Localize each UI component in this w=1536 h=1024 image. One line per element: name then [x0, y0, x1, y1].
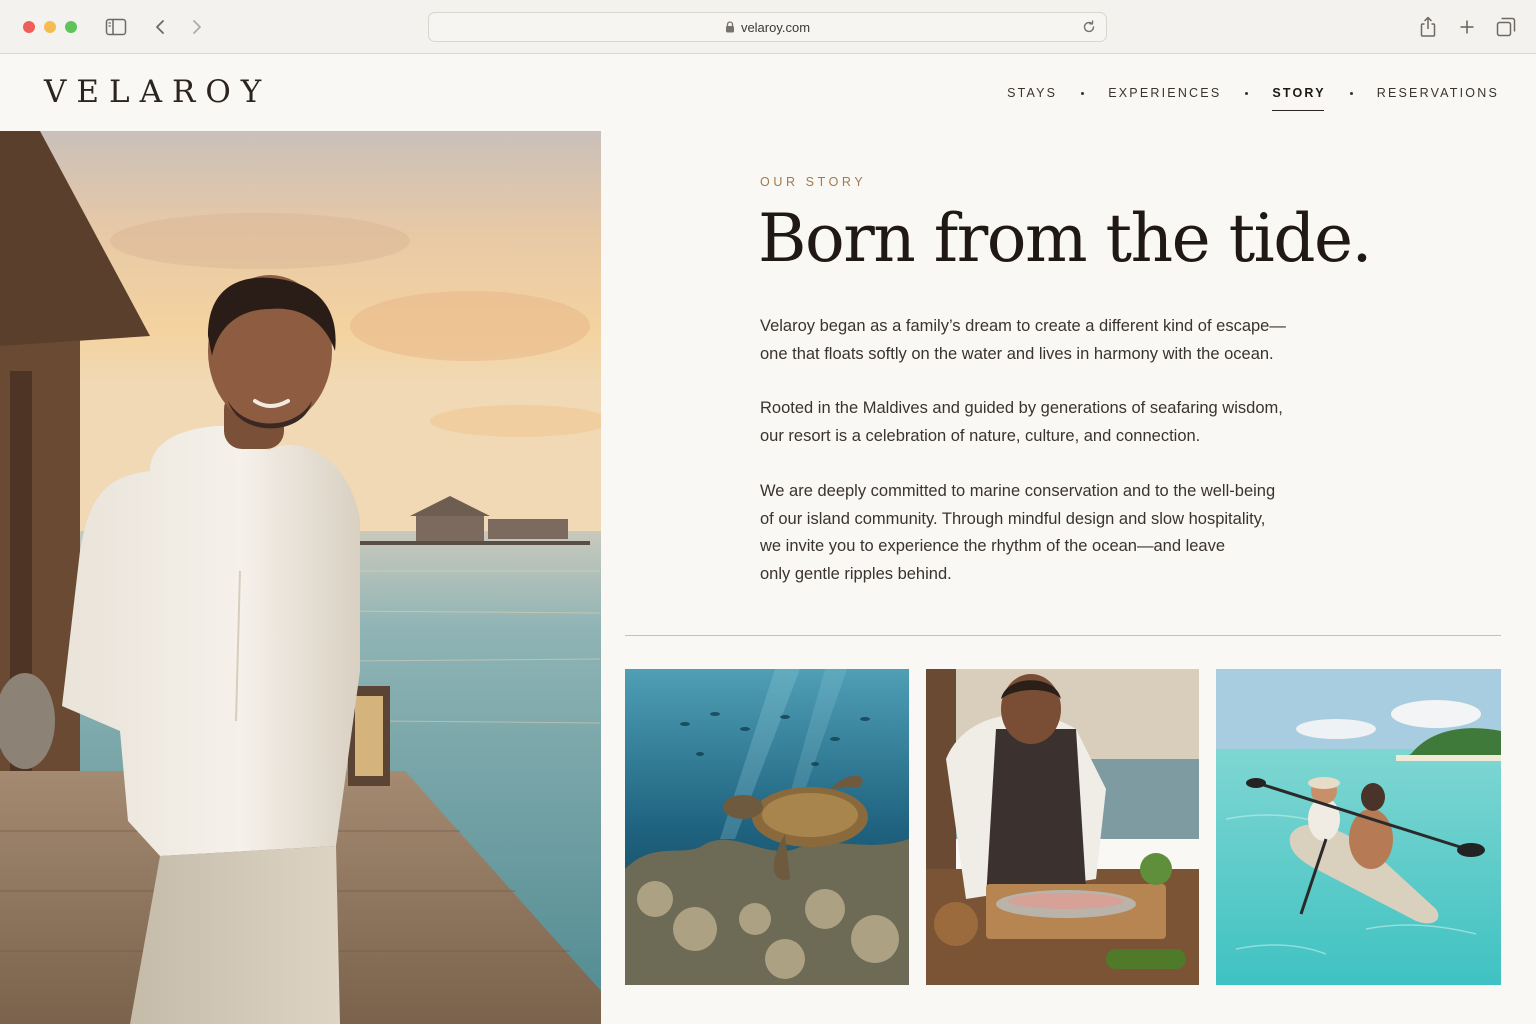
story-paragraph: We are deeply committed to marine conser… [760, 478, 1360, 589]
nav-item-experiences[interactable]: EXPERIENCES [1108, 86, 1221, 111]
nav-separator [1349, 91, 1353, 95]
zoom-window-button[interactable] [65, 21, 77, 33]
chef-preparing-fish-photo[interactable] [926, 669, 1199, 985]
section-divider [625, 635, 1501, 636]
paragraph-line: we invite you to experience the rhythm o… [760, 537, 1226, 556]
tabs-overview-icon [1496, 17, 1516, 37]
window-controls [23, 21, 77, 33]
sidebar-toggle-button[interactable] [104, 15, 128, 39]
new-tab-icon [1460, 20, 1474, 34]
address-bar[interactable]: velaroy.com [428, 12, 1107, 42]
page-title: Born from the tide. [758, 200, 1373, 277]
url-text: velaroy.com [740, 19, 811, 35]
nav-item-reservations[interactable]: RESERVATIONS [1377, 86, 1499, 111]
lock-icon [725, 21, 735, 33]
paragraph-line: our resort is a celebration of nature, c… [760, 427, 1201, 446]
nav-item-stays[interactable]: STAYS [1007, 86, 1057, 111]
back-icon [156, 20, 164, 34]
tabs-overview-button[interactable] [1494, 15, 1518, 39]
story-paragraph: Velaroy began as a family’s dream to cre… [760, 313, 1360, 368]
new-tab-button[interactable] [1455, 15, 1479, 39]
back-button[interactable] [148, 15, 172, 39]
story-body: Velaroy began as a family’s dream to cre… [760, 313, 1360, 616]
sidebar-icon [105, 18, 127, 36]
browser-toolbar: velaroy.com [0, 0, 1536, 54]
founder-portrait-photo [0, 131, 601, 1024]
story-paragraph: Rooted in the Maldives and guided by gen… [760, 395, 1360, 450]
paragraph-line: We are deeply committed to marine conser… [760, 481, 1276, 500]
paragraph-line: Rooted in the Maldives and guided by gen… [760, 399, 1283, 418]
minimize-window-button[interactable] [44, 21, 56, 33]
share-button[interactable] [1416, 15, 1440, 39]
nav-item-story[interactable]: STORY [1272, 86, 1325, 111]
kayaking-couple-photo[interactable] [1216, 669, 1501, 985]
paragraph-line: Velaroy began as a family’s dream to cre… [760, 317, 1286, 335]
paragraph-line: of our island community. Through mindful… [760, 509, 1266, 528]
paragraph-line: only gentle ripples behind. [760, 564, 952, 583]
nav-separator [1081, 91, 1085, 95]
site-logo[interactable]: VELAROY [44, 74, 271, 110]
share-icon [1420, 16, 1436, 37]
forward-button[interactable] [185, 15, 209, 39]
close-window-button[interactable] [23, 21, 35, 33]
section-eyebrow: OUR STORY [760, 175, 867, 189]
forward-icon [193, 20, 201, 34]
sea-turtle-reef-photo[interactable] [625, 669, 909, 985]
paragraph-line: one that floats softly on the water and … [760, 344, 1274, 363]
main-navigation: STAYS EXPERIENCES STORY RESERVATIONS [1007, 86, 1499, 111]
reload-icon[interactable] [1082, 20, 1096, 34]
nav-separator [1245, 91, 1249, 95]
